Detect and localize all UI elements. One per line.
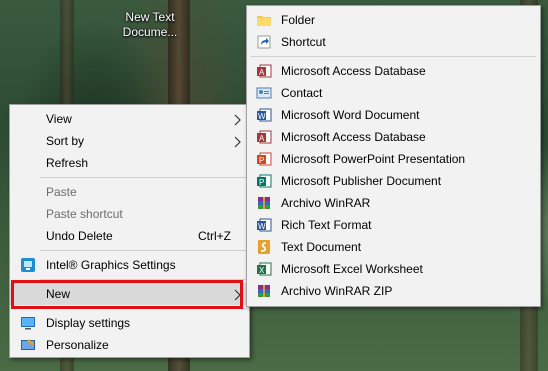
svg-text:A: A [259, 68, 265, 77]
menu-item-label: Undo Delete [46, 229, 113, 243]
menu-item-intel-graphics-settings[interactable]: Intel® Graphics Settings [10, 254, 249, 276]
menu-item-label: Display settings [46, 316, 131, 330]
menu-separator [40, 279, 247, 280]
menu-item-label: Microsoft Excel Worksheet [281, 262, 423, 276]
menu-item-label: Microsoft Access Database [281, 130, 426, 144]
chevron-right-icon [233, 130, 241, 152]
menu-item-label: Sort by [46, 134, 85, 148]
new-item-text-document[interactable]: Text Document [247, 236, 540, 258]
menu-item-label: Archivo WinRAR ZIP [281, 284, 393, 298]
new-item-rich-text-format[interactable]: W Rich Text Format [247, 214, 540, 236]
menu-item-label: View [46, 112, 72, 126]
new-item-access-database-2[interactable]: A Microsoft Access Database [247, 126, 540, 148]
menu-item-label: Rich Text Format [281, 218, 372, 232]
new-item-winrar-archive[interactable]: Archivo WinRAR [247, 192, 540, 214]
menu-item-label: Folder [281, 13, 316, 27]
menu-separator [251, 56, 536, 57]
menu-item-shortcut: Ctrl+Z [198, 229, 231, 243]
shortcut-icon [256, 34, 272, 50]
desktop-icon-label-line2: Docume... [122, 25, 178, 39]
menu-item-label: Refresh [46, 156, 89, 170]
new-submenu: Folder Shortcut A Microsoft Access Datab… [246, 5, 541, 307]
intel-graphics-icon [20, 257, 36, 273]
menu-item-display-settings[interactable]: Display settings [10, 312, 249, 334]
new-item-winrar-zip[interactable]: Archivo WinRAR ZIP [247, 280, 540, 302]
new-item-powerpoint-presentation[interactable]: P Microsoft PowerPoint Presentation [247, 148, 540, 170]
menu-item-label: Paste [46, 185, 77, 199]
svg-text:X: X [259, 266, 265, 275]
chevron-right-icon [233, 283, 241, 305]
menu-separator [40, 308, 247, 309]
powerpoint-icon: P [256, 151, 272, 167]
menu-item-label: Microsoft Word Document [281, 108, 420, 122]
new-item-publisher-document[interactable]: P Microsoft Publisher Document [247, 170, 540, 192]
folder-icon [256, 12, 272, 28]
chevron-right-icon [233, 108, 241, 130]
svg-text:P: P [259, 156, 264, 165]
menu-item-label: Microsoft Publisher Document [281, 174, 442, 188]
menu-item-label: Paste shortcut [46, 207, 123, 221]
contact-icon [256, 85, 272, 101]
menu-item-refresh[interactable]: Refresh [10, 152, 249, 174]
new-item-folder[interactable]: Folder [247, 9, 540, 31]
menu-separator [40, 250, 247, 251]
publisher-icon: P [256, 173, 272, 189]
menu-item-label: Text Document [281, 240, 362, 254]
excel-icon: X [256, 261, 272, 277]
menu-item-new[interactable]: New [10, 283, 249, 305]
desktop-file-icon-label[interactable]: New Text Docume... [108, 10, 192, 40]
access-icon: A [256, 63, 272, 79]
svg-text:W: W [258, 222, 266, 231]
menu-item-view[interactable]: View [10, 108, 249, 130]
menu-item-label: New [46, 287, 71, 301]
new-item-shortcut[interactable]: Shortcut [247, 31, 540, 53]
access-icon: A [256, 129, 272, 145]
winrar-icon [256, 195, 272, 211]
menu-item-paste-shortcut[interactable]: Paste shortcut [10, 203, 249, 225]
menu-item-label: Personalize [46, 338, 109, 352]
word-icon: W [256, 107, 272, 123]
text-document-icon [256, 239, 272, 255]
new-item-access-database[interactable]: A Microsoft Access Database [247, 60, 540, 82]
menu-item-label: Contact [281, 86, 323, 100]
menu-item-label: Shortcut [281, 35, 326, 49]
menu-item-paste[interactable]: Paste [10, 181, 249, 203]
menu-item-sort-by[interactable]: Sort by [10, 130, 249, 152]
new-item-word-document[interactable]: W Microsoft Word Document [247, 104, 540, 126]
menu-item-label: Microsoft PowerPoint Presentation [281, 152, 466, 166]
menu-item-personalize[interactable]: Personalize [10, 334, 249, 356]
menu-item-label: Microsoft Access Database [281, 64, 426, 78]
display-settings-icon [20, 315, 36, 331]
menu-separator [40, 177, 247, 178]
menu-item-undo-delete[interactable]: Undo Delete Ctrl+Z [10, 225, 249, 247]
new-item-contact[interactable]: Contact [247, 82, 540, 104]
desktop-icon-label-line1: New Text [125, 10, 175, 24]
svg-text:P: P [259, 178, 264, 187]
rtf-icon: W [256, 217, 272, 233]
svg-text:A: A [259, 134, 265, 143]
svg-text:W: W [258, 112, 266, 121]
personalize-icon [20, 337, 36, 353]
desktop-context-menu: View Sort by Refresh Paste Paste shortcu… [9, 104, 250, 358]
menu-item-label: Archivo WinRAR [281, 196, 371, 210]
new-item-excel-worksheet[interactable]: X Microsoft Excel Worksheet [247, 258, 540, 280]
winrar-zip-icon [256, 283, 272, 299]
menu-item-label: Intel® Graphics Settings [46, 258, 176, 272]
